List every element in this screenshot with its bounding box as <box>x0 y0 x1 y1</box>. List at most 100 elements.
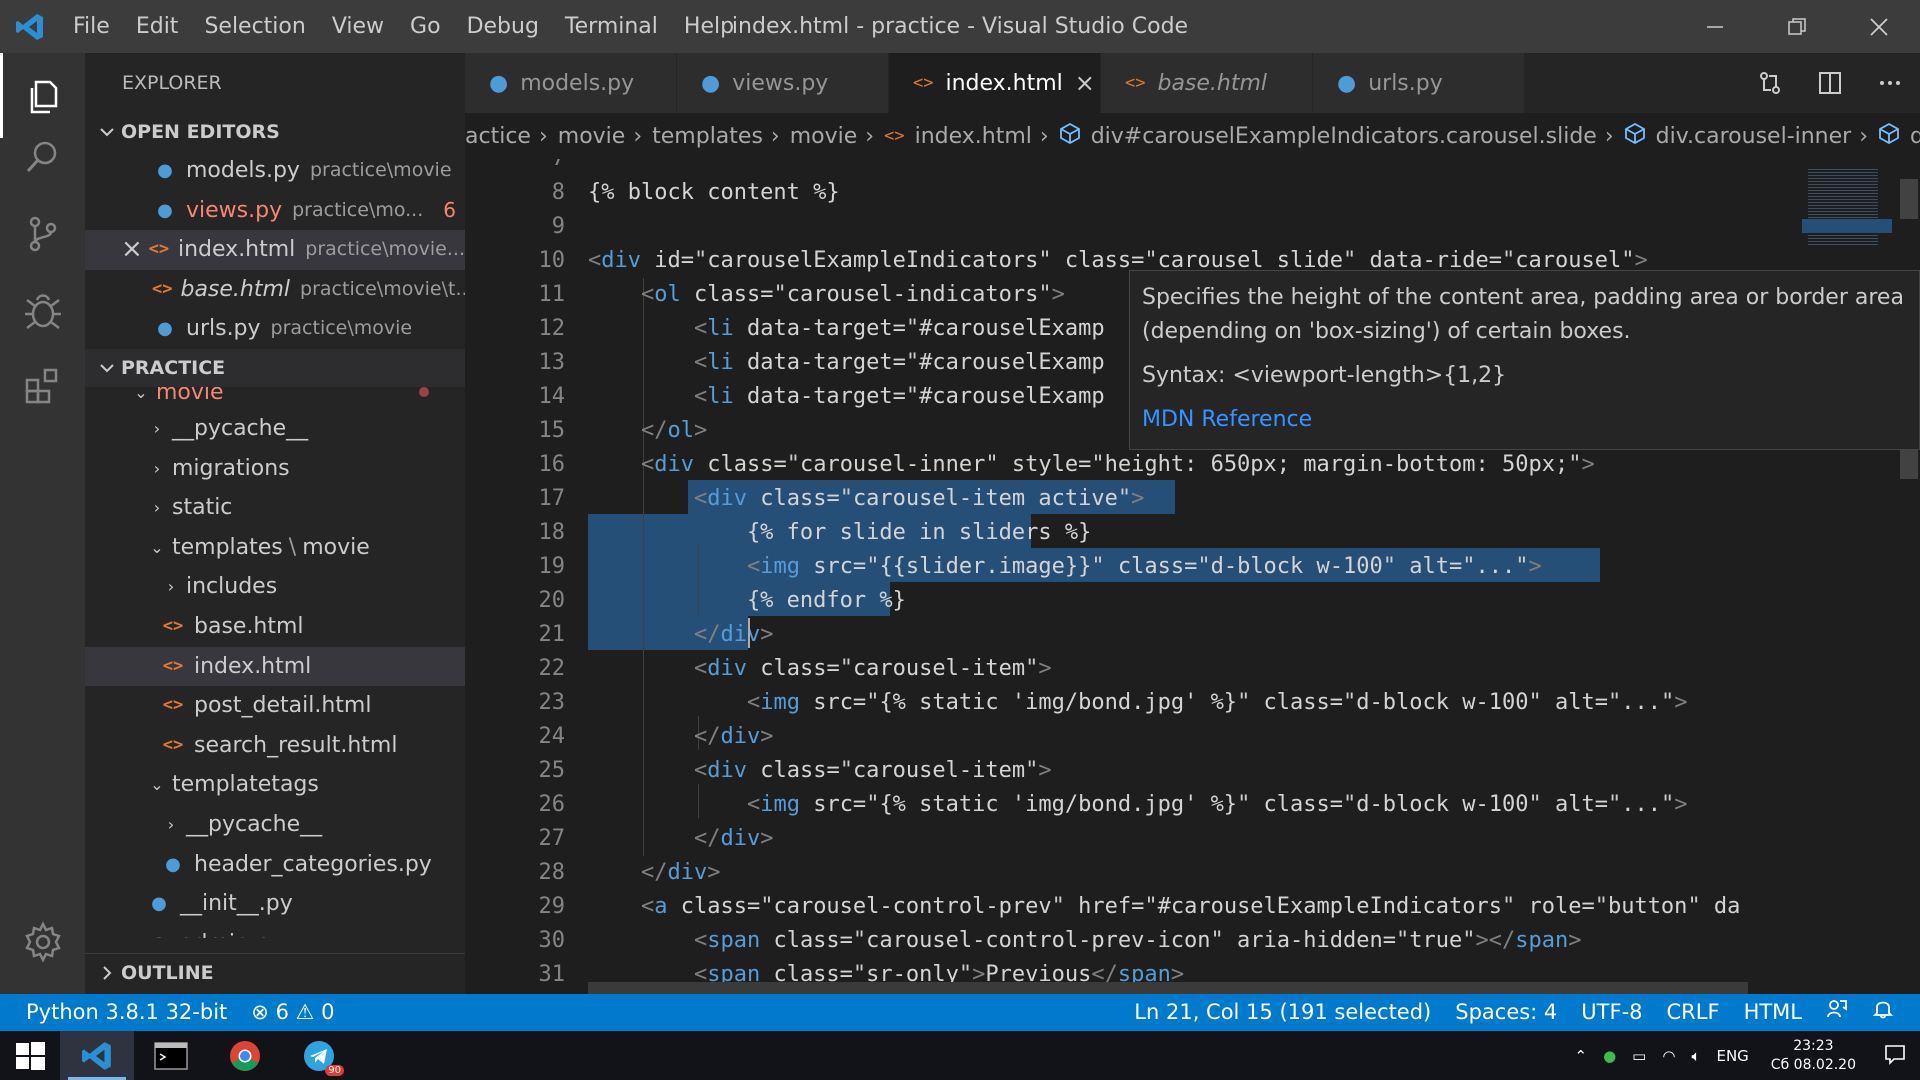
tree-item-header-categories[interactable]: ● header_categories.py <box>85 845 465 885</box>
tree-item-templatetags[interactable]: ⌄ templatetags <box>85 765 465 805</box>
taskbar-telegram-icon[interactable]: 90 <box>282 1031 356 1080</box>
language-mode[interactable]: HTML <box>1732 994 1814 1031</box>
status-bar: Python 3.8.1 32-bit ⊗ 6 ⚠ 0 Ln 21, Col 1… <box>0 994 1920 1031</box>
tree-item-migrations[interactable]: › migrations <box>85 449 465 489</box>
tab-models-py[interactable]: ● models.py <box>465 53 677 113</box>
line-number: 24 <box>538 724 566 749</box>
tree-item-templatetags-pycache[interactable]: › __pycache__ <box>85 805 465 845</box>
wifi-icon[interactable]: ◠ <box>1654 1047 1683 1065</box>
python-file-icon: ● <box>157 160 173 181</box>
notifications-bell-icon[interactable] <box>1860 994 1920 1031</box>
menu-selection[interactable]: Selection <box>191 0 318 53</box>
tree-item-base-html[interactable]: <> base.html <box>85 607 465 647</box>
tray-expand-icon[interactable]: ⌃ <box>1567 1047 1596 1065</box>
input-language[interactable]: ENG <box>1708 1047 1756 1065</box>
breadcrumb-item[interactable]: div.carousel-inner <box>1656 124 1852 149</box>
settings-gear-icon[interactable] <box>0 899 85 984</box>
open-editor-urls[interactable]: ● urls.py practice\movie <box>85 309 465 349</box>
horizontal-scrollbar[interactable] <box>588 982 1748 994</box>
menu-terminal[interactable]: Terminal <box>552 0 671 53</box>
close-window-button[interactable] <box>1838 0 1920 53</box>
menu-debug[interactable]: Debug <box>454 0 552 53</box>
scrollbar-thumb[interactable] <box>1900 179 1918 219</box>
tree-item-search-result[interactable]: <> search_result.html <box>85 726 465 766</box>
practice-header[interactable]: PRACTICE <box>85 348 465 387</box>
action-center-icon[interactable] <box>1870 1043 1920 1069</box>
tree-item-templates[interactable]: ⌄ templates \ movie <box>85 528 465 568</box>
breadcrumb-item[interactable]: movie <box>558 124 626 149</box>
breadcrumb-item[interactable]: div#carouselExampleIndicators.carousel.s… <box>1091 124 1597 149</box>
close-tab-icon[interactable]: × <box>1075 69 1095 97</box>
indentation[interactable]: Spaces: 4 <box>1443 994 1569 1031</box>
problems-indicator[interactable]: ⊗ 6 ⚠ 0 <box>239 994 346 1031</box>
tab-label: urls.py <box>1368 70 1443 96</box>
menu-help[interactable]: Help <box>671 0 747 53</box>
breadcrumb-item[interactable]: templates <box>652 124 763 149</box>
split-editor-icon[interactable] <box>1800 53 1860 113</box>
breadcrumb-item[interactable]: index.html <box>915 124 1032 149</box>
python-file-icon: ● <box>157 318 173 340</box>
close-editor-icon[interactable]: × <box>121 230 148 270</box>
tree-item-admin[interactable]: ● admin.py <box>85 924 465 938</box>
taskbar-chrome-icon[interactable] <box>208 1031 282 1080</box>
feedback-icon[interactable] <box>1814 994 1860 1031</box>
file-encoding[interactable]: UTF-8 <box>1569 994 1654 1031</box>
windows-taskbar: 90 ⌃ ● ▭ ◠ 🔈︎ ENG 23:23 Сб 08.02.20 <box>0 1031 1920 1080</box>
windows-start-icon[interactable] <box>0 1031 60 1080</box>
tab-base-html[interactable]: <> base.html <box>1101 53 1313 113</box>
battery-icon[interactable]: ▭ <box>1624 1047 1654 1065</box>
menu-go[interactable]: Go <box>397 0 454 53</box>
open-editor-base[interactable]: <> base.html practice\movie\t... <box>85 270 465 310</box>
extensions-icon[interactable] <box>0 343 85 428</box>
mdn-reference-link[interactable]: MDN Reference <box>1142 403 1907 437</box>
tree-item-includes[interactable]: › includes <box>85 567 465 607</box>
menu-file[interactable]: File <box>60 0 123 53</box>
tab-views-py[interactable]: ● views.py <box>677 53 889 113</box>
open-editors-header[interactable]: OPEN EDITORS <box>85 113 465 151</box>
tree-label: __pycache__ <box>186 811 323 837</box>
search-icon[interactable] <box>0 114 85 199</box>
open-editor-index[interactable]: × <> index.html practice\movie... <box>85 230 465 270</box>
modified-dot-icon <box>419 386 429 397</box>
breadcrumb-item[interactable]: actice <box>465 124 531 149</box>
tab-index-html[interactable]: <> index.html × <box>889 53 1101 113</box>
clock[interactable]: 23:23 Сб 08.02.20 <box>1757 1037 1870 1075</box>
scrollbar-thumb[interactable] <box>1900 449 1918 479</box>
html-file-icon: <> <box>162 615 184 636</box>
tree-item-post-detail[interactable]: <> post_detail.html <box>85 686 465 726</box>
restore-button[interactable] <box>1756 0 1838 53</box>
tree-item-movie[interactable]: ⌄ movie <box>85 386 465 409</box>
line-endings[interactable]: CRLF <box>1655 994 1732 1031</box>
html-file-icon: <> <box>913 73 934 93</box>
tree-item-index-html[interactable]: <> index.html <box>85 646 465 687</box>
more-actions-icon[interactable] <box>1860 53 1920 113</box>
cursor-position[interactable]: Ln 21, Col 15 (191 selected) <box>1122 994 1443 1031</box>
breadcrumb-item[interactable]: div.ca <box>1910 124 1920 149</box>
volume-icon[interactable]: 🔈︎ <box>1683 1047 1708 1065</box>
outline-header[interactable]: OUTLINE <box>85 953 465 991</box>
python-file-icon: ● <box>1337 70 1357 96</box>
tab-urls-py[interactable]: ● urls.py <box>1313 53 1525 113</box>
tree-label: static <box>172 495 233 521</box>
source-control-icon[interactable] <box>0 191 85 276</box>
open-changes-icon[interactable] <box>1740 53 1800 113</box>
open-editor-views[interactable]: ● views.py practice\mo... 6 <box>85 191 465 231</box>
html-file-icon: <> <box>162 734 184 755</box>
breadcrumb-item[interactable]: movie <box>790 124 858 149</box>
minimize-button[interactable] <box>1674 0 1756 53</box>
taskbar-terminal-icon[interactable] <box>134 1031 208 1080</box>
code-line: <img src="{% static 'img/bond.jpg' %}" c… <box>746 690 1688 715</box>
menu-view[interactable]: View <box>319 0 397 53</box>
tree-label: templates <box>172 534 283 560</box>
code-line: <div class="carousel-inner" style="heigh… <box>640 452 1595 477</box>
debug-icon[interactable] <box>0 267 85 352</box>
tree-item-init[interactable]: ● __init__.py <box>85 884 465 924</box>
tree-item-static[interactable]: › static <box>85 488 465 528</box>
python-interpreter[interactable]: Python 3.8.1 32-bit <box>0 994 239 1031</box>
menu-edit[interactable]: Edit <box>123 0 192 53</box>
open-editor-models[interactable]: ● models.py practice\movie <box>85 151 465 191</box>
security-shield-icon[interactable]: ● <box>1595 1047 1624 1065</box>
taskbar-vscode-icon[interactable] <box>60 1031 134 1080</box>
tree-item-pycache[interactable]: › __pycache__ <box>85 409 465 449</box>
code-line: {% block content %} <box>588 180 840 205</box>
